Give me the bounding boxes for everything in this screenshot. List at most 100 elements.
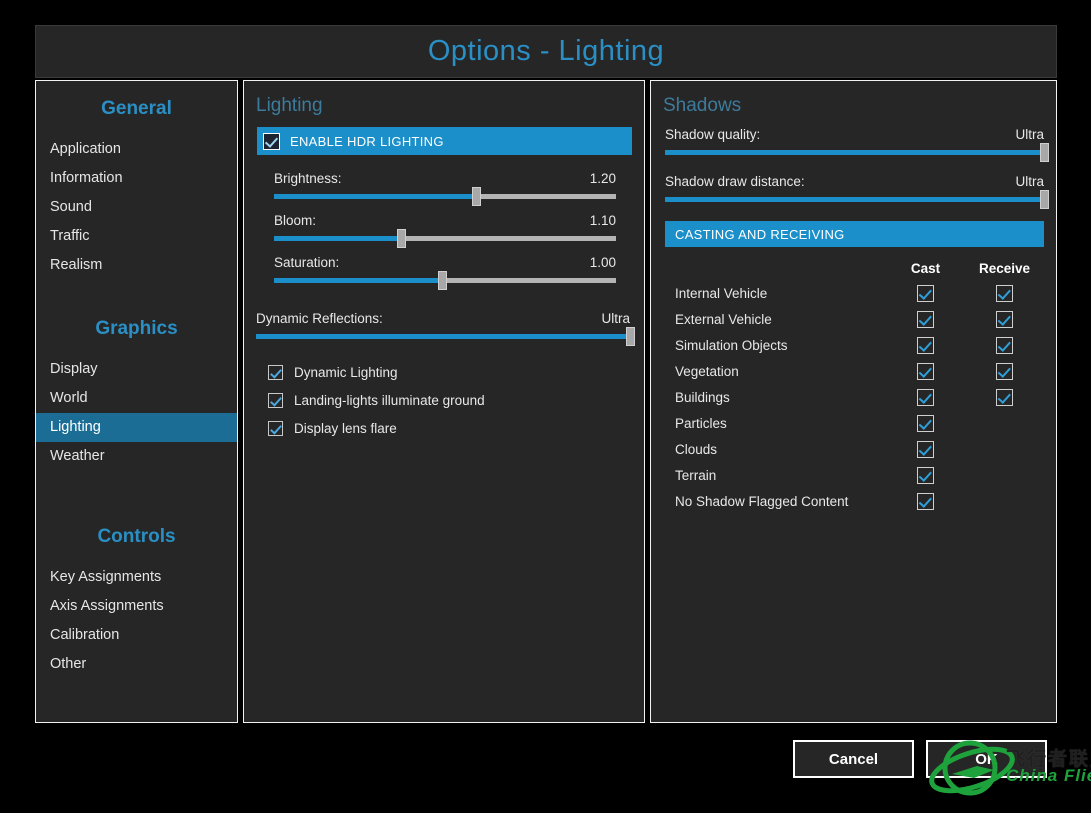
matrix-header-cast: Cast: [910, 260, 941, 276]
sidebar-item-sound[interactable]: Sound: [36, 193, 237, 222]
saturation-slider[interactable]: [274, 271, 616, 290]
bloom-slider-thumb[interactable]: [396, 229, 406, 248]
shadow-quality-slider[interactable]: [665, 143, 1049, 162]
shadow-quality-slider-row: Shadow quality: Ultra: [665, 127, 1049, 162]
bloom-slider-fill: [274, 236, 401, 241]
brightness-slider-thumb[interactable]: [471, 187, 481, 206]
brightness-slider-fill: [274, 194, 476, 199]
matrix-row-label: Buildings: [675, 389, 730, 405]
table-row: Particles: [665, 410, 1044, 436]
saturation-slider-row: Saturation: 1.00: [274, 255, 616, 290]
shadow-quality-slider-thumb[interactable]: [1040, 143, 1049, 162]
sidebar-item-key-assignments[interactable]: Key Assignments: [36, 563, 237, 592]
matrix-row-label: Terrain: [675, 467, 717, 483]
table-row: Buildings: [665, 384, 1044, 410]
bloom-slider-row: Bloom: 1.10: [274, 213, 616, 248]
matrix-cell-cast[interactable]: [886, 414, 965, 432]
sidebar-item-weather[interactable]: Weather: [36, 442, 237, 471]
checkbox-icon-display-lens-flare[interactable]: [268, 421, 283, 436]
brightness-slider[interactable]: [274, 187, 616, 206]
checkbox-icon-receive[interactable]: [996, 336, 1013, 354]
checkbox-icon-receive[interactable]: [996, 388, 1013, 406]
checkbox-icon-enable-hdr-lighting[interactable]: [263, 132, 280, 150]
checkbox-icon-receive[interactable]: [996, 310, 1013, 328]
checkbox-icon-cast[interactable]: [917, 414, 934, 432]
shadow-casting-matrix: Cast Receive Internal Vehicle External V…: [665, 256, 1044, 514]
sidebar-panel: General Application Information Sound Tr…: [35, 80, 238, 723]
dynamic-lighting-row[interactable]: Dynamic Lighting: [268, 365, 398, 380]
shadow-quality-label: Shadow quality:: [665, 127, 761, 142]
matrix-cell-cast[interactable]: [886, 492, 965, 510]
sidebar-item-calibration[interactable]: Calibration: [36, 621, 237, 650]
dynamic-reflections-slider[interactable]: [256, 327, 635, 346]
matrix-cell-cast[interactable]: [886, 336, 965, 354]
matrix-cell-cast[interactable]: [886, 284, 965, 302]
shadow-draw-distance-slider-row: Shadow draw distance: Ultra: [665, 174, 1049, 209]
matrix-cell-receive-empty: [965, 415, 1044, 432]
checkbox-icon-receive[interactable]: [996, 284, 1013, 302]
sidebar-item-other[interactable]: Other: [36, 650, 237, 679]
sidebar-item-axis-assignments[interactable]: Axis Assignments: [36, 592, 237, 621]
sidebar-item-lighting[interactable]: Lighting: [36, 413, 237, 442]
matrix-cell-cast[interactable]: [886, 388, 965, 406]
saturation-slider-thumb[interactable]: [437, 271, 447, 290]
matrix-cell-receive[interactable]: [965, 362, 1044, 380]
checkbox-icon-cast[interactable]: [917, 310, 934, 328]
checkbox-icon-cast[interactable]: [917, 466, 934, 484]
sidebar-item-realism[interactable]: Realism: [36, 251, 237, 280]
matrix-cell-receive[interactable]: [965, 336, 1044, 354]
matrix-cell-receive-empty: [965, 441, 1044, 458]
shadows-heading: Shadows: [663, 95, 742, 116]
checkbox-icon-landing-lights-illuminate-ground[interactable]: [268, 393, 283, 408]
matrix-cell-cast[interactable]: [886, 310, 965, 328]
sidebar-item-display[interactable]: Display: [36, 355, 237, 384]
checkbox-icon-cast[interactable]: [917, 284, 934, 302]
checkbox-icon-cast[interactable]: [917, 362, 934, 380]
brightness-label: Brightness:: [274, 171, 342, 186]
matrix-cell-receive[interactable]: [965, 284, 1044, 302]
shadow-draw-distance-slider[interactable]: [665, 190, 1049, 209]
bloom-label: Bloom:: [274, 213, 317, 228]
matrix-row-label: Particles: [675, 415, 727, 431]
dynamic-reflections-label: Dynamic Reflections:: [256, 311, 383, 326]
checkbox-icon-dynamic-lighting[interactable]: [268, 365, 283, 380]
casting-and-receiving-label: CASTING AND RECEIVING: [675, 226, 845, 242]
dynamic-reflections-slider-thumb[interactable]: [626, 327, 635, 346]
checkbox-icon-cast[interactable]: [917, 492, 934, 510]
sidebar-group-title-controls: Controls: [97, 526, 176, 547]
matrix-cell-cast[interactable]: [886, 466, 965, 484]
display-lens-flare-row[interactable]: Display lens flare: [268, 421, 397, 436]
dynamic-reflections-slider-fill: [256, 334, 630, 339]
landing-lights-row[interactable]: Landing-lights illuminate ground: [268, 393, 485, 408]
bloom-slider[interactable]: [274, 229, 616, 248]
matrix-cell-cast[interactable]: [886, 362, 965, 380]
matrix-cell-cast[interactable]: [886, 440, 965, 458]
table-row: Terrain: [665, 462, 1044, 488]
brightness-value: 1.20: [589, 171, 616, 186]
checkbox-icon-receive[interactable]: [996, 362, 1013, 380]
checkbox-icon-cast[interactable]: [917, 336, 934, 354]
landing-lights-label: Landing-lights illuminate ground: [294, 393, 485, 408]
checkbox-icon-cast[interactable]: [917, 388, 934, 406]
sidebar-item-application[interactable]: Application: [36, 135, 237, 164]
checkbox-icon-cast[interactable]: [917, 440, 934, 458]
matrix-empty-cell: [996, 493, 1013, 510]
matrix-cell-receive[interactable]: [965, 310, 1044, 328]
cancel-button[interactable]: Cancel: [793, 740, 914, 778]
lighting-panel: Lighting ENABLE HDR LIGHTING Brightness:…: [243, 80, 645, 723]
matrix-cell-receive[interactable]: [965, 388, 1044, 406]
ok-button[interactable]: OK: [926, 740, 1047, 778]
matrix-row-label: Clouds: [675, 441, 718, 457]
matrix-header-receive: Receive: [978, 260, 1031, 276]
table-row: Simulation Objects: [665, 332, 1044, 358]
table-row: Vegetation: [665, 358, 1044, 384]
window-title-bar: Options - Lighting: [35, 25, 1057, 78]
sidebar-item-information[interactable]: Information: [36, 164, 237, 193]
shadow-draw-distance-slider-thumb[interactable]: [1040, 190, 1049, 209]
saturation-slider-fill: [274, 278, 442, 283]
matrix-empty-cell: [996, 415, 1013, 432]
sidebar-item-world[interactable]: World: [36, 384, 237, 413]
sidebar-item-traffic[interactable]: Traffic: [36, 222, 237, 251]
sidebar-group-title-graphics: Graphics: [95, 318, 178, 339]
enable-hdr-lighting-row[interactable]: ENABLE HDR LIGHTING: [257, 127, 632, 155]
